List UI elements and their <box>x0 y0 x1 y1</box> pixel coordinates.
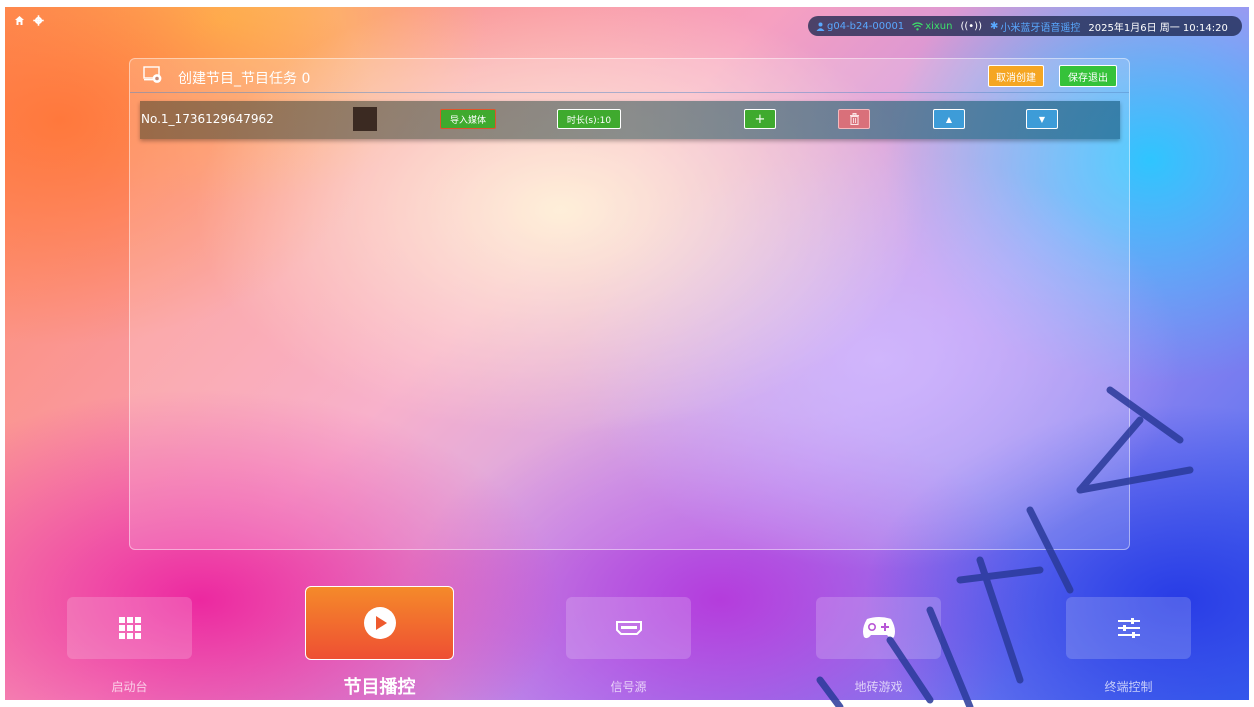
bluetooth-icon: ✱ <box>990 20 999 32</box>
program-name: No.1_1736129647962 <box>141 112 274 126</box>
arrow-down-icon: ▼ <box>1038 114 1046 124</box>
status-bar: g04-b24-00001 xixun ((•)) ✱ 小米蓝牙语音遥控 202… <box>808 16 1242 36</box>
wifi-status: xixun <box>912 21 952 32</box>
program-settings-icon <box>143 66 162 83</box>
wifi-name: xixun <box>925 20 953 32</box>
nav-program-control-label: 节目播控 <box>343 677 416 698</box>
move-down-button[interactable]: ▼ <box>1026 109 1058 129</box>
grid-icon <box>118 617 141 639</box>
media-thumbnail[interactable] <box>353 107 377 131</box>
program-row[interactable]: No.1_1736129647962 导入媒体 时长(s):10 + ▲ ▼ <box>140 101 1120 139</box>
trash-icon <box>849 113 859 125</box>
gear-icon[interactable] <box>33 15 44 29</box>
bluetooth-status: ✱ 小米蓝牙语音遥控 <box>990 19 1080 34</box>
add-button[interactable]: + <box>744 109 776 129</box>
datetime: 2025年1月6日 周一 10:14:20 <box>1088 22 1228 34</box>
panel-title: 创建节目_节目任务 0 <box>178 71 311 87</box>
arrow-up-icon: ▲ <box>945 114 953 124</box>
user-icon <box>816 22 825 31</box>
duration-button[interactable]: 时长(s):10 <box>557 109 621 129</box>
play-icon <box>363 607 396 639</box>
home-icon[interactable] <box>14 15 25 29</box>
import-media-button[interactable]: 导入媒体 <box>440 109 496 129</box>
nav-signal-source-button[interactable] <box>566 597 691 659</box>
top-edge <box>0 0 1254 7</box>
plus-icon: + <box>754 111 766 127</box>
nav-program-control-button[interactable] <box>305 586 454 660</box>
hotspot-icon: ((•)) <box>960 20 982 32</box>
watermark <box>816 386 1194 707</box>
user-id: g04-b24-00001 <box>827 20 905 32</box>
delete-button[interactable] <box>838 109 870 129</box>
left-edge <box>0 0 5 707</box>
move-up-button[interactable]: ▲ <box>933 109 965 129</box>
cancel-create-button[interactable]: 取消创建 <box>988 65 1044 87</box>
bluetooth-device: 小米蓝牙语音遥控 <box>1000 22 1081 34</box>
hdmi-icon <box>615 621 642 635</box>
user-status: g04-b24-00001 <box>816 21 904 32</box>
panel-header: 创建节目_节目任务 0 取消创建 保存退出 <box>130 59 1129 93</box>
nav-signal-source-label: 信号源 <box>610 680 647 694</box>
wifi-icon <box>912 21 924 30</box>
nav-launcher-label: 启动台 <box>111 680 148 694</box>
save-exit-button[interactable]: 保存退出 <box>1059 65 1117 87</box>
nav-launcher-button[interactable] <box>67 597 192 659</box>
top-left-icons <box>14 15 44 29</box>
